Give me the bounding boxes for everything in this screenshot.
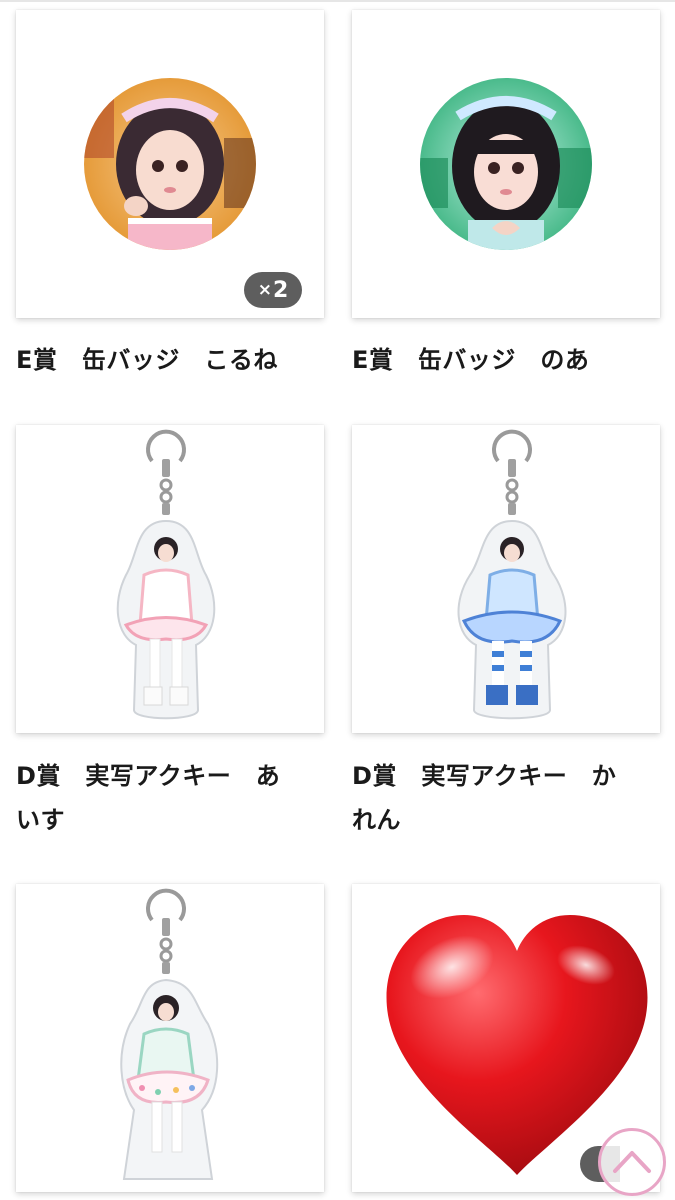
product-title[interactable]: E賞 缶バッジ こるね [16, 338, 316, 382]
chevron-up-icon [613, 1151, 651, 1173]
product-title-line: れん [352, 806, 401, 834]
product-card[interactable] [352, 10, 660, 318]
product-title-line: いす [16, 806, 65, 834]
acrylic-keychain-image [120, 888, 219, 1180]
can-badge-image [420, 78, 592, 250]
product-title[interactable]: E賞 缶バッジ のあ [352, 338, 652, 382]
product-title[interactable]: D賞 実写アクキー あ いす [16, 754, 316, 842]
acrylic-keychain-image [457, 429, 567, 720]
acrylic-keychain-image [116, 429, 216, 720]
quantity-badge: × 2 [244, 272, 302, 308]
product-title-line: D賞 実写アクキー あ [16, 762, 281, 790]
product-title[interactable]: D賞 実写アクキー か れん [352, 754, 652, 842]
top-divider [0, 0, 675, 2]
can-badge-image [84, 78, 256, 250]
product-card[interactable] [16, 425, 324, 733]
product-card[interactable] [352, 425, 660, 733]
product-card[interactable] [16, 884, 324, 1192]
product-title-line: D賞 実写アクキー か [352, 762, 617, 790]
scroll-to-top-button[interactable] [598, 1128, 666, 1196]
product-card[interactable]: × 2 [16, 10, 324, 318]
